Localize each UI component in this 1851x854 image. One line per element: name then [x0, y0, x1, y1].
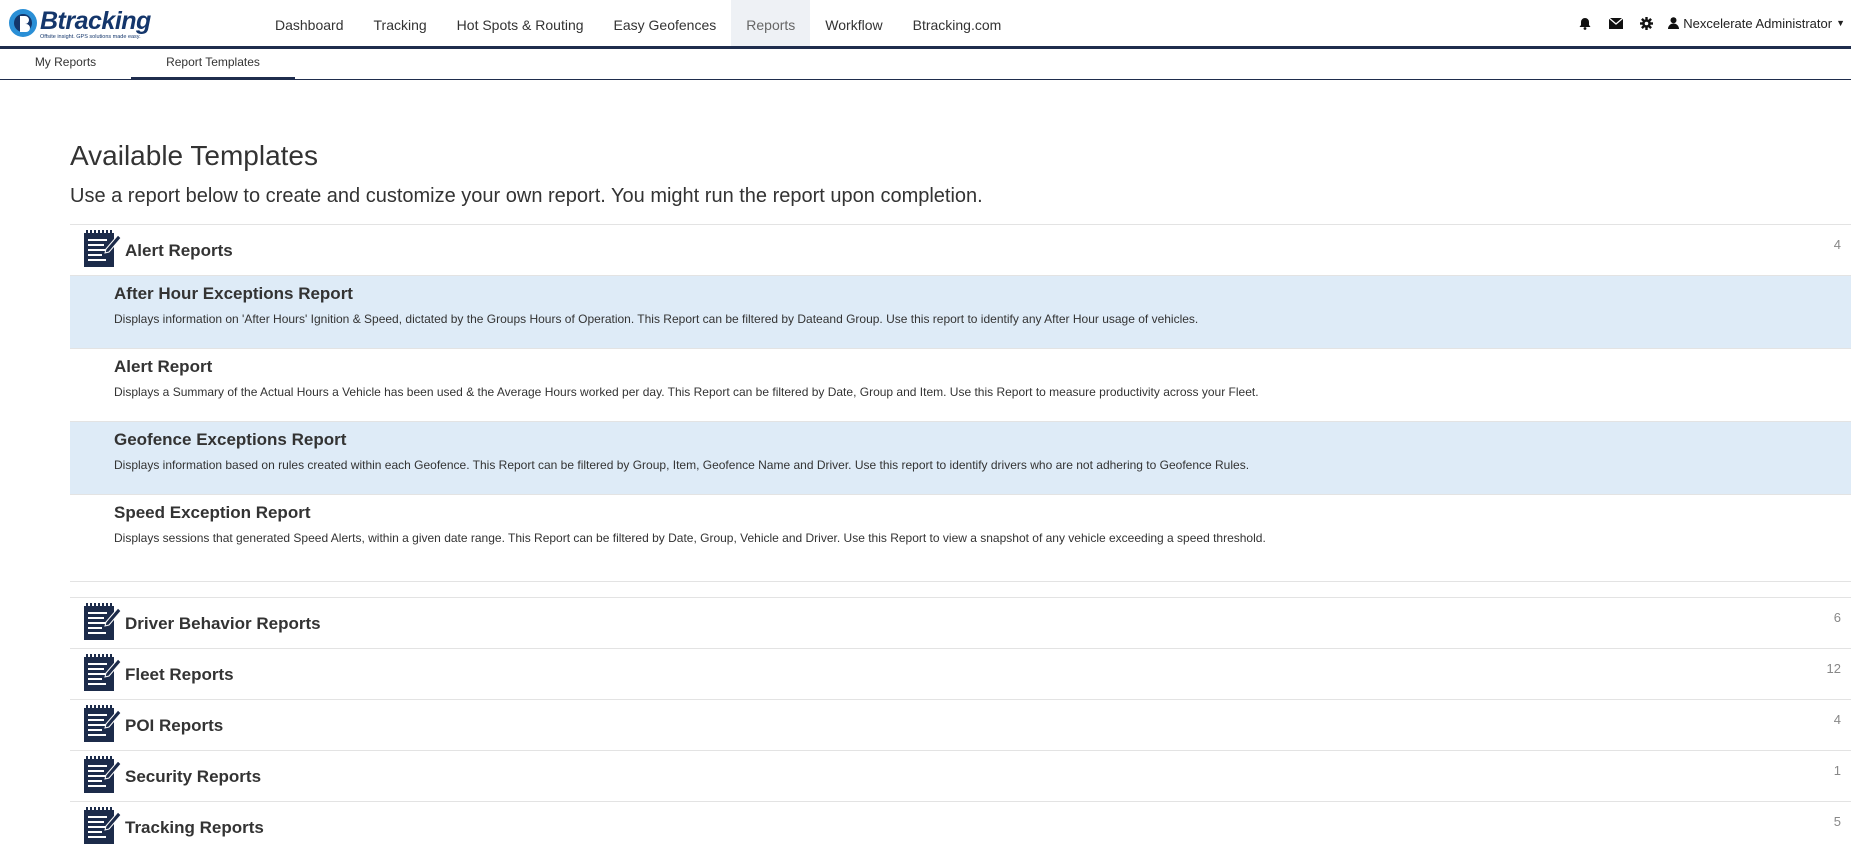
user-menu[interactable]: Nexcelerate Administrator ▼ — [1662, 16, 1851, 31]
group-fleet-reports[interactable]: Fleet Reports 12 — [70, 648, 1851, 699]
group-count: 6 — [1833, 610, 1841, 625]
report-document-icon — [82, 651, 124, 693]
logo-tagline: Offsite insight. GPS solutions made easy… — [40, 34, 141, 40]
templates-content: Available Templates Use a report below t… — [70, 140, 1851, 852]
report-title: Geofence Exceptions Report — [114, 430, 347, 449]
group-title: Driver Behavior Reports — [125, 614, 321, 633]
report-title: Speed Exception Report — [114, 503, 311, 522]
report-title: After Hour Exceptions Report — [114, 284, 353, 303]
user-icon — [1668, 17, 1680, 29]
report-document-icon — [82, 702, 124, 744]
tab-my-reports[interactable]: My Reports — [0, 49, 131, 77]
page-title: Available Templates — [70, 140, 319, 171]
group-count: 4 — [1833, 237, 1841, 252]
nav-tracking[interactable]: Tracking — [359, 0, 442, 46]
group-driver-behavior-reports[interactable]: Driver Behavior Reports 6 — [70, 597, 1851, 648]
group-alert-reports[interactable]: Alert Reports 4 — [70, 224, 1851, 275]
main-nav: Dashboard Tracking Hot Spots & Routing E… — [260, 0, 1016, 46]
logo-mark-icon — [9, 9, 37, 37]
logo-wordmark: Btracking — [40, 7, 151, 35]
nav-reports[interactable]: Reports — [731, 0, 811, 46]
nav-btracking-com[interactable]: Btracking.com — [898, 0, 1017, 46]
report-description: Displays information on 'After Hours' Ig… — [114, 312, 1199, 326]
gear-icon[interactable] — [1631, 16, 1662, 30]
group-count: 1 — [1833, 763, 1841, 778]
envelope-icon[interactable] — [1600, 17, 1631, 29]
nav-dashboard[interactable]: Dashboard — [260, 0, 359, 46]
nav-hot-spots-routing[interactable]: Hot Spots & Routing — [442, 0, 599, 46]
group-title: Fleet Reports — [125, 665, 234, 684]
report-description: Displays information based on rules crea… — [114, 458, 1250, 472]
report-document-icon — [82, 600, 124, 642]
report-item-speed-exception[interactable]: Speed Exception Report Displays sessions… — [70, 494, 1851, 567]
group-count: 12 — [1826, 661, 1841, 676]
header-tools: Nexcelerate Administrator ▼ — [1569, 0, 1851, 46]
reports-subnav: My Reports Report Templates — [0, 49, 1851, 80]
nav-easy-geofences[interactable]: Easy Geofences — [599, 0, 732, 46]
group-security-reports[interactable]: Security Reports 1 — [70, 750, 1851, 801]
report-item-alert-report[interactable]: Alert Report Displays a Summary of the A… — [70, 348, 1851, 421]
group-count: 5 — [1833, 814, 1841, 829]
group-title: Tracking Reports — [125, 818, 264, 837]
group-tracking-reports[interactable]: Tracking Reports 5 — [70, 801, 1851, 852]
btracking-logo[interactable]: Btracking Offsite insight. GPS solutions… — [8, 6, 178, 40]
group-title: Security Reports — [125, 767, 262, 786]
group-poi-reports[interactable]: POI Reports 4 — [70, 699, 1851, 750]
top-navbar: Btracking Offsite insight. GPS solutions… — [0, 0, 1851, 49]
nav-workflow[interactable]: Workflow — [810, 0, 897, 46]
group-title: POI Reports — [125, 716, 224, 735]
report-title: Alert Report — [114, 357, 213, 376]
bell-icon[interactable] — [1569, 17, 1600, 30]
report-description: Displays sessions that generated Speed A… — [114, 531, 1266, 545]
group-count: 4 — [1833, 712, 1841, 727]
group-title: Alert Reports — [125, 241, 233, 260]
tab-report-templates[interactable]: Report Templates — [131, 49, 295, 80]
report-document-icon — [82, 227, 124, 269]
report-description: Displays a Summary of the Actual Hours a… — [114, 385, 1259, 399]
report-item-after-hour-exceptions[interactable]: After Hour Exceptions Report Displays in… — [70, 275, 1851, 348]
alert-reports-list: After Hour Exceptions Report Displays in… — [70, 275, 1851, 582]
report-document-icon — [82, 753, 124, 795]
user-name: Nexcelerate Administrator — [1683, 15, 1833, 31]
report-item-geofence-exceptions[interactable]: Geofence Exceptions Report Displays info… — [70, 421, 1851, 494]
page-subtitle: Use a report below to create and customi… — [70, 185, 983, 207]
chevron-down-icon: ▼ — [1836, 18, 1845, 28]
